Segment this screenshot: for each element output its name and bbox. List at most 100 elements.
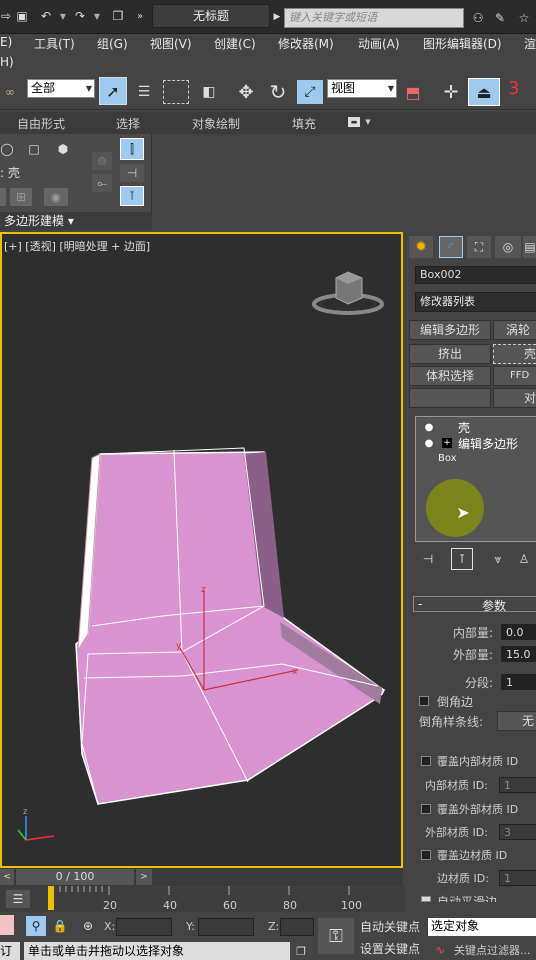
modify-tab-icon[interactable]: ◜ [439, 236, 463, 258]
ribbon-options-icon[interactable]: ▬ [348, 117, 360, 127]
undo-icon[interactable]: ↶ [38, 8, 54, 24]
make-unique-icon[interactable]: ⩔ [489, 550, 507, 568]
pin-icon[interactable]: ⊣ [120, 164, 144, 182]
menu-create[interactable]: 创建(C) [214, 35, 256, 52]
redo-dropdown-icon[interactable]: ▼ [92, 8, 102, 24]
menu-group[interactable]: 组(G) [97, 35, 128, 52]
key-selection-dropdown[interactable]: 选定对象 [428, 918, 536, 936]
isolate-selection-icon[interactable]: ⚲ [26, 916, 46, 936]
mirror-icon[interactable]: ⟜ [92, 174, 112, 192]
binoculars-icon[interactable]: ⚇ [468, 8, 488, 28]
volume-select-button[interactable]: 体积选择 [409, 366, 491, 386]
reference-coord-dropdown[interactable]: 视图 ▼ [327, 79, 397, 98]
link-icon[interactable]: ∞ [0, 82, 20, 102]
target-icon[interactable]: ◉ [44, 188, 68, 206]
save-icon[interactable]: ▣ [14, 8, 30, 24]
sphere-icon[interactable]: ◯ [0, 140, 14, 158]
tab-selection[interactable]: 选择 [116, 115, 140, 132]
show-end-result-icon[interactable]: ⊺ [451, 548, 473, 570]
override-outer-checkbox[interactable] [421, 804, 431, 814]
menu-graph-editors[interactable]: 图形编辑器(D) [423, 35, 502, 52]
search-expand-icon[interactable]: ▶ [272, 10, 282, 24]
frame-indicator[interactable]: 0 / 100 [16, 869, 134, 885]
inner-mat-field[interactable]: 1 [499, 777, 536, 793]
select-manipulate-icon[interactable]: ✛ [437, 80, 465, 104]
auto-smooth-checkbox[interactable] [421, 896, 431, 902]
polygon-modeling-dropdown[interactable]: 多边形建模 ▾ [0, 212, 152, 230]
prev-frame-icon[interactable]: < [0, 869, 14, 885]
override-inner-checkbox[interactable] [421, 756, 431, 766]
symmetry-button[interactable]: 对 [493, 388, 536, 408]
project-folder-icon[interactable]: ❐ [110, 8, 126, 24]
lock-icon[interactable]: 🔒 [53, 918, 68, 934]
scale-icon[interactable]: ⤢ [297, 80, 323, 104]
stack-icon[interactable]: ⊞ [10, 188, 32, 206]
stack-item-shell[interactable]: ● 壳 [416, 419, 536, 435]
inner-amount-field[interactable]: 0.0 [501, 624, 536, 640]
stack-item-edit-poly[interactable]: ● + 编辑多边形 [416, 435, 536, 451]
stack-item-box[interactable]: Box [416, 453, 536, 469]
menu-rendering[interactable]: 渲 [524, 35, 536, 52]
motion-tab-icon[interactable]: ◎ [495, 236, 521, 258]
params-rollout-header[interactable]: - 参数 [413, 596, 536, 613]
selection-filter-dropdown[interactable]: 全部 ▼ [27, 79, 95, 98]
star-icon[interactable]: ☆ [514, 8, 534, 28]
search-input[interactable]: 键入关键字或短语 [284, 8, 464, 28]
pin-stack-icon[interactable]: ⫿ [120, 138, 144, 160]
lightbulb-icon[interactable]: ● [424, 419, 434, 435]
display-tab-icon[interactable]: ▤ [523, 236, 536, 258]
x-coord-field[interactable] [116, 918, 172, 936]
menu-tools[interactable]: 工具(T) [34, 35, 75, 52]
key-filters-button[interactable]: 关键点过滤器... [454, 942, 531, 958]
menu-edit[interactable]: E) [0, 35, 12, 49]
override-edge-checkbox[interactable] [421, 850, 431, 860]
auto-key-button[interactable]: 自动关键点 [356, 918, 424, 938]
maxscript-mini-listener[interactable] [0, 915, 14, 935]
time-slider[interactable]: < 0 / 100 > [0, 868, 403, 886]
tab-object-paint[interactable]: 对象绘制 [192, 115, 240, 132]
empty-modifier-button[interactable] [409, 388, 491, 408]
tab-freeform[interactable]: 自由形式 [17, 115, 65, 132]
next-frame-icon[interactable]: > [136, 869, 152, 885]
absolute-mode-icon[interactable]: ⊕ [78, 918, 98, 934]
mode-icon[interactable] [0, 188, 6, 206]
window-toggle-icon[interactable]: ❐ [294, 944, 308, 958]
curve-editor-icon[interactable]: ☰ [6, 890, 30, 908]
menu-modifiers[interactable]: 修改器(M) [278, 35, 334, 52]
z-coord-field[interactable] [280, 918, 314, 936]
bevel-spline-button[interactable]: 无 [497, 711, 536, 731]
snaps-toggle-icon[interactable]: 3 [508, 78, 536, 106]
move-icon[interactable]: ✥ [233, 80, 259, 104]
keyboard-shortcut-override-icon[interactable]: ⏏ [468, 78, 500, 106]
menu-view[interactable]: 视图(V) [150, 35, 192, 52]
select-object-button[interactable]: ➚ [99, 77, 127, 105]
perspective-viewport[interactable]: [+] [透视] [明暗处理 + 边面] z x y z [0, 232, 403, 868]
cube-icon[interactable]: ⬢ [52, 140, 74, 158]
remove-modifier-icon[interactable]: ♙ [515, 550, 533, 568]
set-key-button[interactable]: 设置关键点 [356, 940, 424, 960]
rect-selection-icon[interactable] [163, 80, 189, 104]
tab-populate[interactable]: 填充 [292, 115, 316, 132]
expand-plus-icon[interactable]: + [442, 438, 452, 448]
y-coord-field[interactable] [198, 918, 254, 936]
track-bar[interactable]: ☰ 20 40 60 80 100 [0, 886, 405, 912]
select-by-name-icon[interactable]: ☰ [131, 80, 157, 104]
edit-poly-button[interactable]: 编辑多边形 [409, 320, 491, 340]
rotate-icon[interactable]: ↻ [265, 80, 291, 104]
box-select-icon[interactable]: □ [24, 140, 44, 158]
shell-button[interactable]: 壳 [493, 344, 536, 364]
more-icon[interactable]: » [134, 8, 146, 24]
undo-dropdown-icon[interactable]: ▼ [58, 8, 68, 24]
menu-animation[interactable]: 动画(A) [358, 35, 400, 52]
bevel-edges-checkbox[interactable] [419, 696, 429, 706]
outer-amount-field[interactable]: 15.0 [501, 646, 536, 662]
key-icon[interactable]: ⚿ [318, 918, 354, 954]
pivot-center-icon[interactable]: ⬒ [400, 80, 426, 104]
redo-arrow-icon[interactable]: ↷ [72, 8, 88, 24]
ffd-button[interactable]: FFD [493, 366, 536, 386]
lightbulb-icon[interactable]: ● [424, 435, 434, 451]
segments-field[interactable]: 1 [501, 674, 536, 690]
create-tab-icon[interactable]: ✹ [409, 236, 433, 258]
shell-object[interactable]: z x y z [2, 234, 402, 864]
menu-help[interactable]: H) [0, 55, 14, 69]
